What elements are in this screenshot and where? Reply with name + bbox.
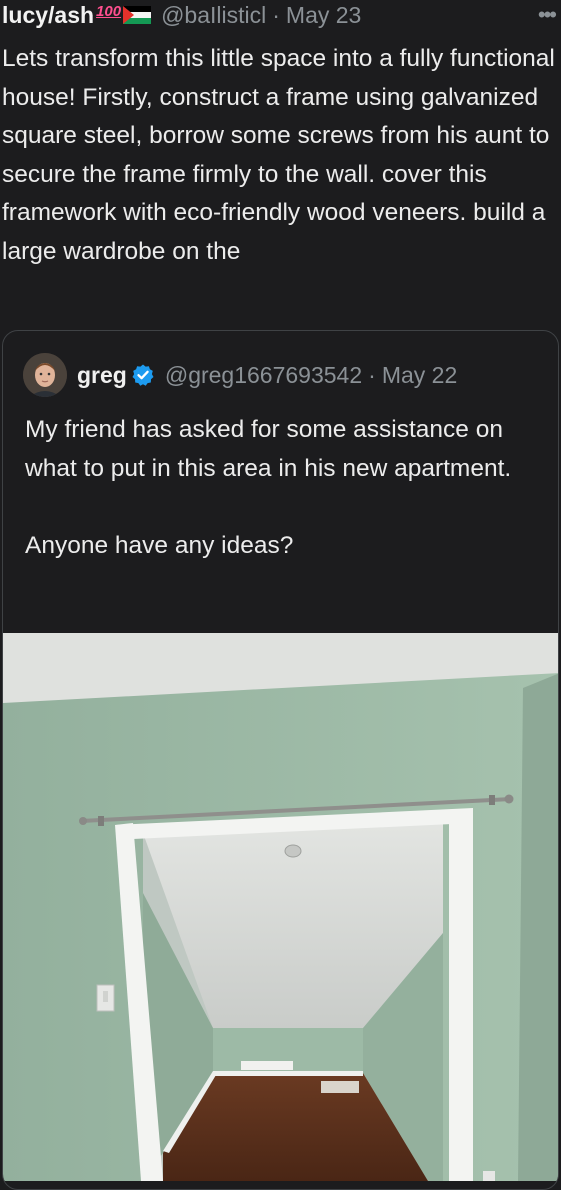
verified-badge-icon	[131, 363, 155, 387]
quoted-author-handle[interactable]: @greg1667693542	[165, 362, 362, 389]
author-name[interactable]: lucy/ash	[2, 2, 94, 29]
avatar[interactable]	[23, 353, 67, 397]
quoted-author-name[interactable]: greg	[77, 362, 127, 389]
author-handle[interactable]: @baIlisticl	[161, 2, 266, 29]
quoted-tweet[interactable]: greg @greg1667693542 · May 22 My friend …	[2, 330, 559, 1190]
quoted-tweet-header: greg @greg1667693542 · May 22	[23, 353, 457, 397]
quoted-paragraph-2: Anyone have any ideas?	[25, 531, 294, 559]
tweet-date[interactable]: May 23	[286, 2, 361, 29]
hundred-points-emoji-icon: 100	[96, 2, 122, 20]
tweet-text: Lets transform this little space into a …	[2, 45, 555, 265]
quoted-tweet-text: My friend has asked for some assistance …	[25, 411, 545, 565]
alcove-photo[interactable]	[3, 633, 558, 1181]
header-separator: ·	[272, 1, 280, 28]
quoted-tweet-date[interactable]: May 22	[382, 362, 457, 389]
tweet-header: lucy/ash 100 @baIlisticl · May 23	[0, 0, 561, 30]
palestine-flag-icon	[123, 6, 152, 24]
quoted-paragraph-1: My friend has asked for some assistance …	[25, 416, 512, 482]
more-horizontal-icon[interactable]: •••	[538, 2, 557, 28]
quoted-header-separator: ·	[368, 361, 376, 388]
